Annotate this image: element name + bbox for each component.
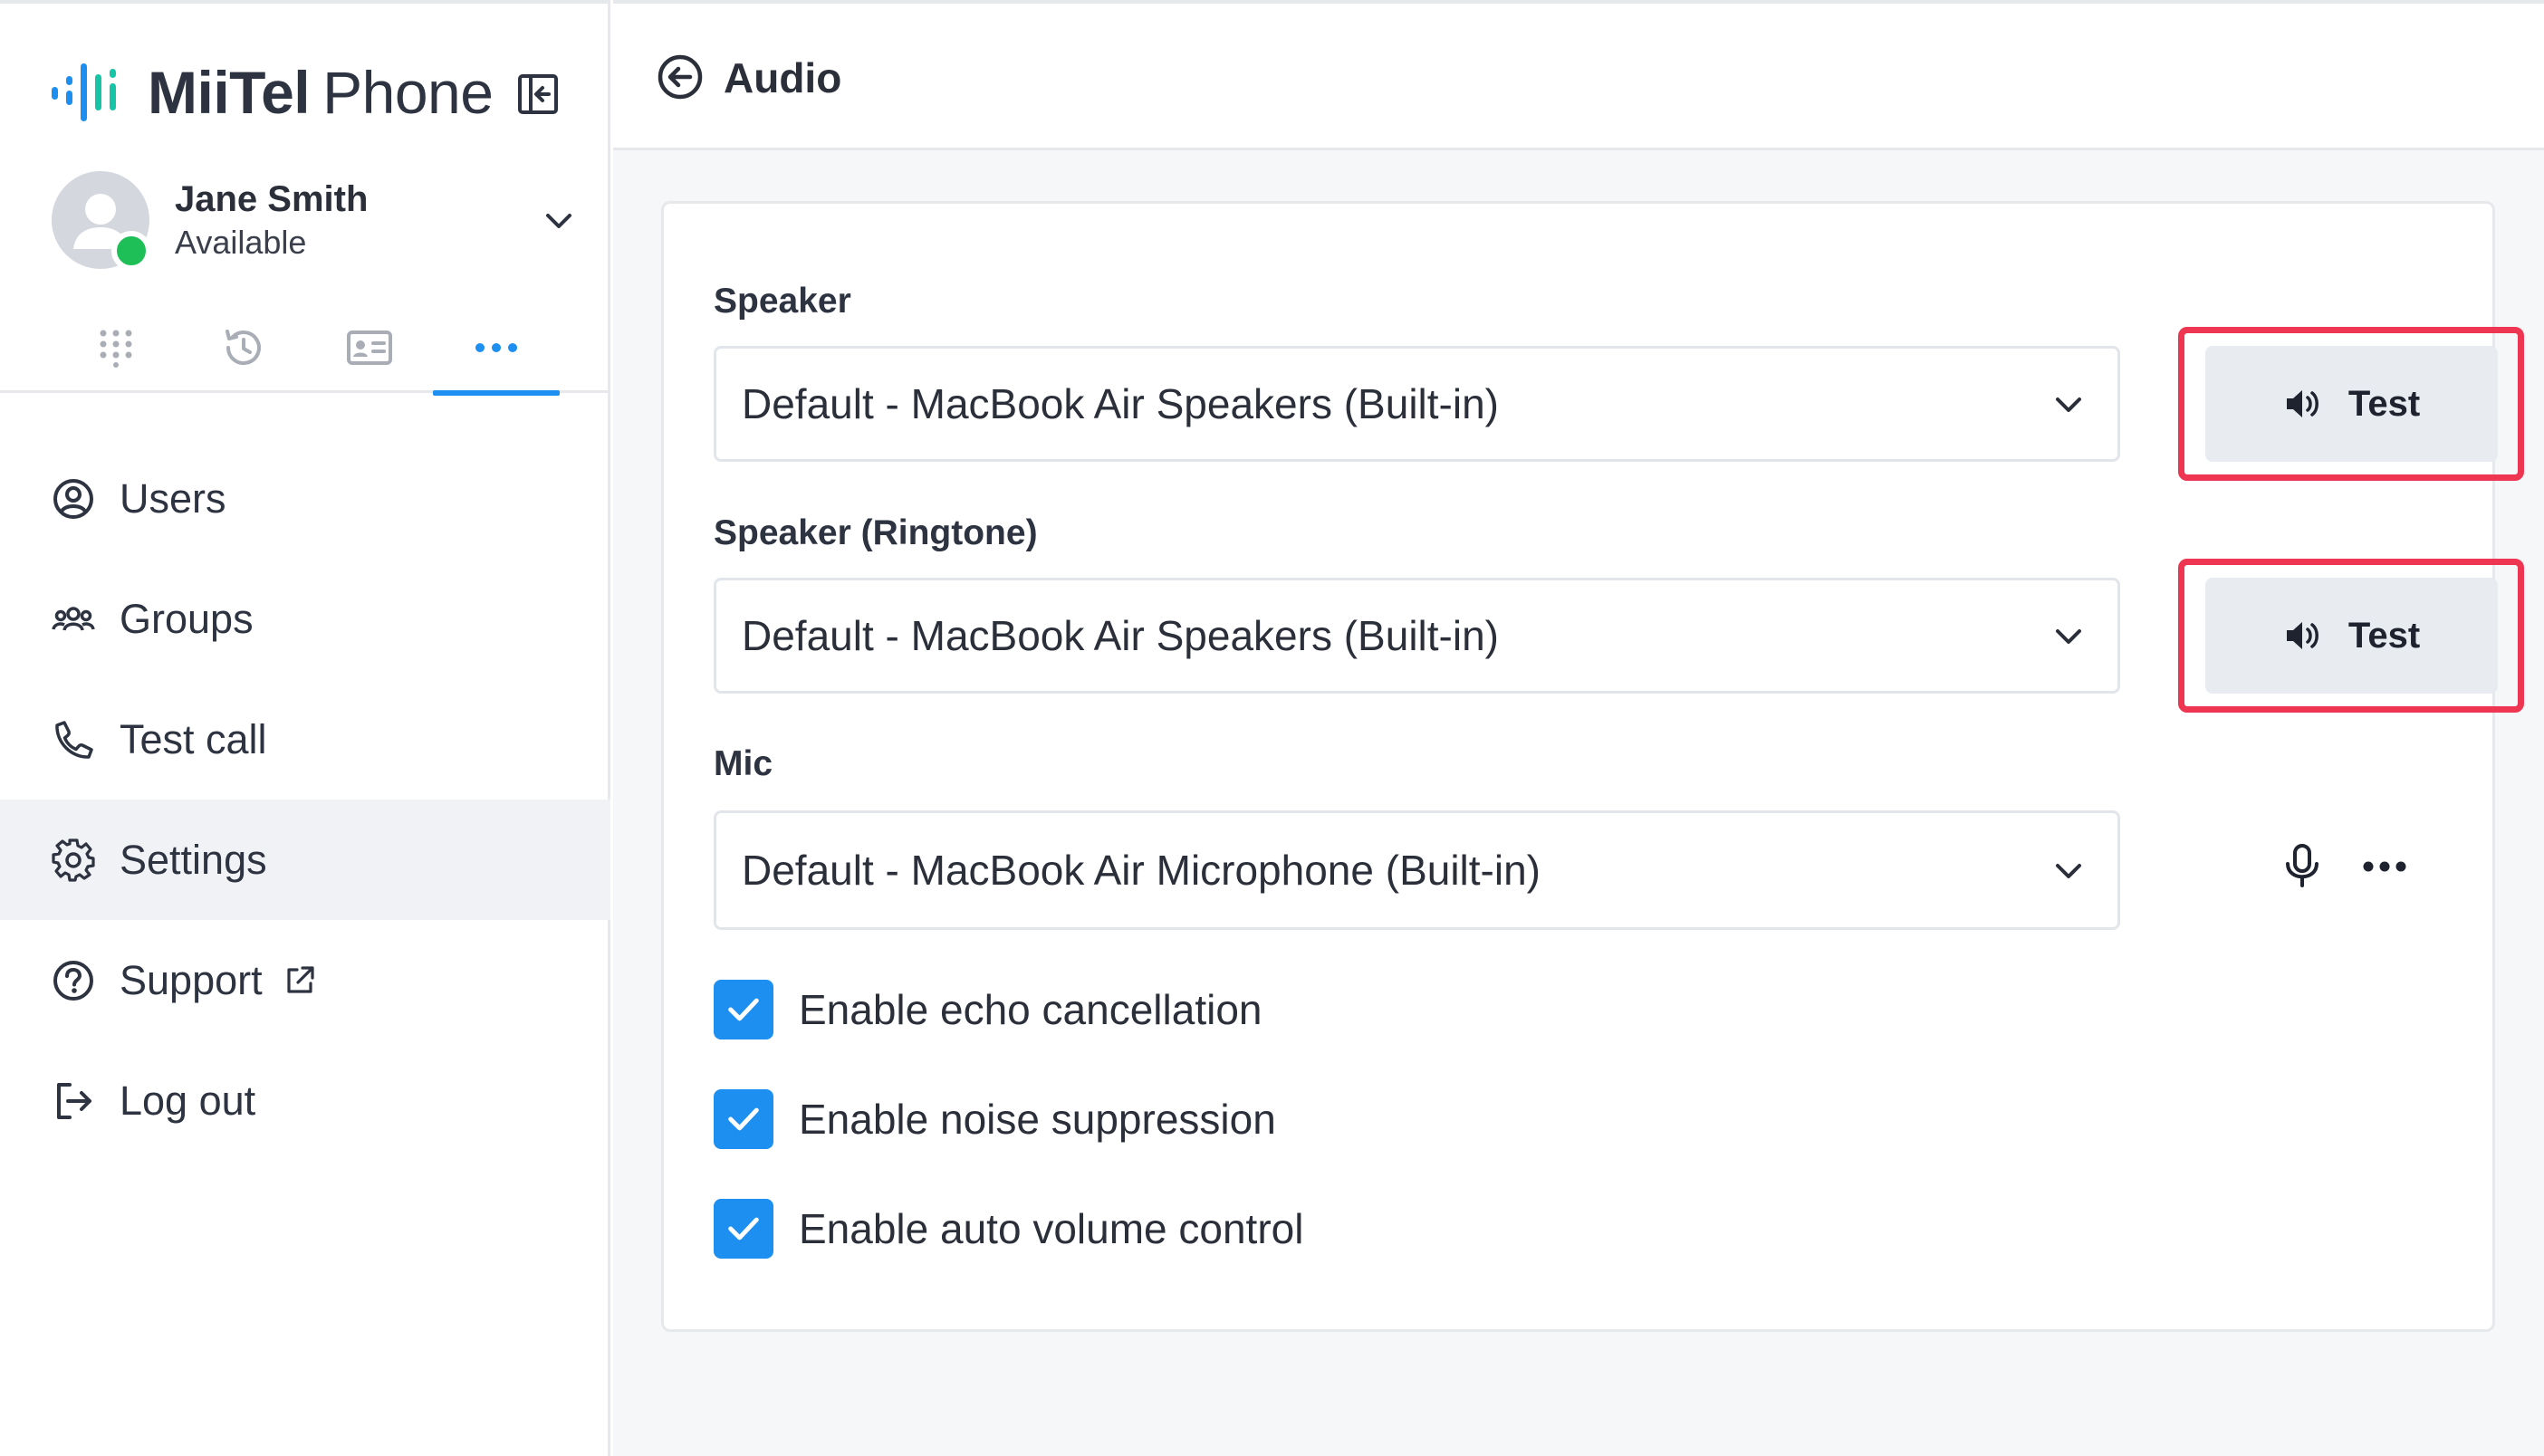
tab-more[interactable]	[433, 302, 560, 396]
noise-suppression-label: Enable noise suppression	[799, 1096, 1276, 1143]
tab-dialpad[interactable]	[53, 302, 179, 393]
test-button-label: Test	[2347, 615, 2421, 656]
echo-cancellation-label: Enable echo cancellation	[799, 986, 1262, 1033]
user-name: Jane Smith	[175, 179, 369, 219]
page-title: Audio	[724, 54, 842, 101]
audio-wave-logo-icon	[52, 63, 116, 121]
brand-name-part2: Phone	[322, 59, 494, 126]
checkmark-icon	[728, 1217, 759, 1240]
mic-label: Mic	[714, 744, 773, 783]
main-content: Audio Speaker Default - MacBook Air Spea…	[613, 0, 2544, 1456]
sidebar-collapse-icon[interactable]	[516, 72, 560, 116]
chevron-down-icon	[2056, 629, 2081, 644]
back-arrow-icon[interactable]	[656, 53, 705, 101]
sidebar-item-label: Groups	[120, 595, 254, 642]
groups-icon	[52, 606, 95, 631]
sidebar-item-label: Log out	[120, 1077, 256, 1124]
tab-contacts[interactable]	[306, 302, 433, 393]
speaker-test-button[interactable]: Test	[2205, 346, 2498, 462]
dialpad-icon	[100, 330, 132, 368]
ringtone-select-value: Default - MacBook Air Speakers (Built-in…	[742, 612, 1499, 659]
sidebar-item-label: Test call	[120, 715, 267, 762]
chevron-down-icon	[2056, 864, 2081, 878]
brand: MiiTel Phone	[50, 56, 494, 129]
speaker-select[interactable]: Default - MacBook Air Speakers (Built-in…	[714, 346, 2120, 462]
sidebar-item-label: Support	[120, 956, 263, 1003]
sidebar-item-groups[interactable]: Groups	[0, 559, 610, 679]
sidebar-item-settings[interactable]: Settings	[0, 800, 610, 920]
microphone-icon[interactable]	[2280, 843, 2325, 888]
avatar	[52, 171, 151, 271]
audio-settings-card: Speaker Default - MacBook Air Speakers (…	[661, 201, 2524, 1332]
speaker-label: Speaker	[714, 282, 851, 321]
logout-icon	[57, 1082, 91, 1119]
page-header: Audio	[613, 4, 2544, 150]
auto-volume-checkbox[interactable]	[714, 1199, 773, 1259]
user-info: Jane Smith Available	[175, 177, 368, 263]
help-circle-icon	[53, 960, 93, 1001]
sidebar-item-test-call[interactable]: Test call	[0, 679, 610, 800]
external-link-icon	[287, 965, 314, 993]
contact-card-icon	[347, 330, 392, 365]
checkmark-icon	[728, 998, 759, 1021]
auto-volume-option[interactable]: Enable auto volume control	[714, 1197, 1303, 1260]
chevron-down-icon	[2056, 398, 2081, 412]
brand-name: MiiTel Phone	[148, 58, 494, 127]
history-icon	[226, 330, 261, 366]
sidebar-item-support[interactable]: Support	[0, 920, 610, 1040]
user-status: Available	[175, 224, 307, 261]
app-window: MiiTel Phone Jane Smith Available Users …	[0, 0, 2544, 1456]
sidebar-item-users[interactable]: Users	[0, 438, 610, 559]
gear-icon	[52, 838, 95, 882]
noise-suppression-option[interactable]: Enable noise suppression	[714, 1087, 1276, 1151]
auto-volume-label: Enable auto volume control	[799, 1205, 1304, 1252]
nav-tabs	[0, 302, 610, 396]
test-button-label: Test	[2347, 383, 2421, 424]
ringtone-label: Speaker (Ringtone)	[714, 513, 1038, 552]
sidebar-menu: Users Groups Test call Settings Support …	[0, 438, 610, 1161]
mic-select-value: Default - MacBook Air Microphone (Built-…	[742, 847, 1541, 894]
echo-cancellation-checkbox[interactable]	[714, 980, 773, 1039]
sidebar: MiiTel Phone Jane Smith Available Users …	[0, 0, 610, 1456]
user-circle-icon	[53, 478, 93, 519]
phone-icon	[55, 720, 93, 759]
chevron-down-icon[interactable]	[541, 203, 577, 239]
mic-select[interactable]: Default - MacBook Air Microphone (Built-…	[714, 810, 2120, 930]
more-dots-icon	[475, 343, 517, 352]
sidebar-item-logout[interactable]: Log out	[0, 1040, 610, 1161]
tab-history[interactable]	[179, 302, 306, 393]
speaker-select-value: Default - MacBook Air Speakers (Built-in…	[742, 380, 1499, 427]
ringtone-test-button[interactable]: Test	[2205, 578, 2498, 694]
speaker-volume-icon	[2286, 622, 2318, 649]
speaker-volume-icon	[2286, 390, 2318, 417]
user-profile[interactable]: Jane Smith Available	[52, 170, 577, 271]
brand-name-part1: MiiTel	[148, 59, 311, 126]
sidebar-item-label: Settings	[120, 836, 267, 883]
ringtone-select[interactable]: Default - MacBook Air Speakers (Built-in…	[714, 578, 2120, 694]
presence-indicator	[111, 231, 151, 271]
checkmark-icon	[728, 1107, 759, 1131]
sidebar-item-label: Users	[120, 474, 226, 522]
more-options-icon[interactable]	[2357, 848, 2412, 885]
echo-cancellation-option[interactable]: Enable echo cancellation	[714, 978, 1262, 1041]
noise-suppression-checkbox[interactable]	[714, 1089, 773, 1149]
